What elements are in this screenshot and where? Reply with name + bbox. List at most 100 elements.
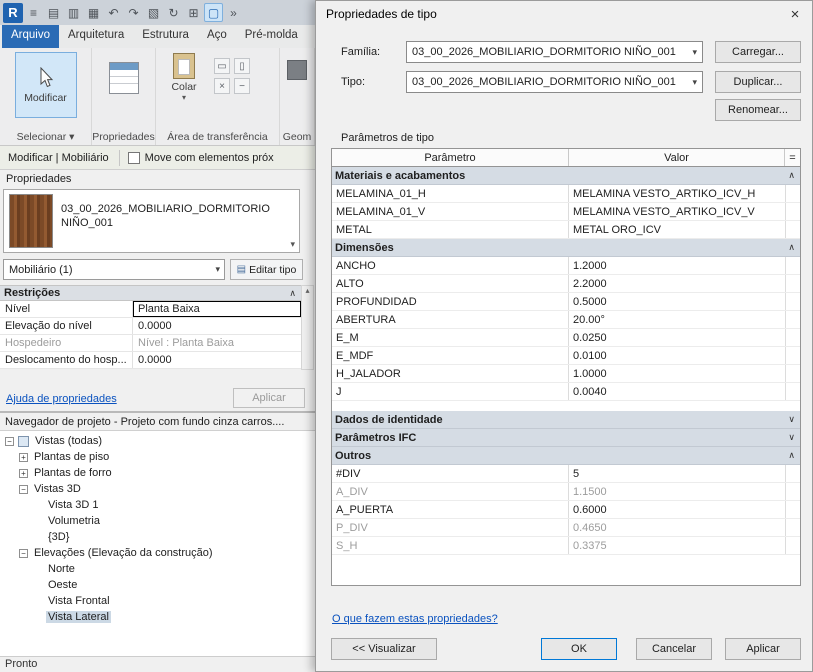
tree-item[interactable]: − Vistas (todas) bbox=[0, 433, 315, 449]
preview-button[interactable]: << Visualizar bbox=[331, 638, 437, 660]
tree-item[interactable]: Vista Frontal bbox=[0, 593, 315, 609]
tree-item[interactable]: Oeste bbox=[0, 577, 315, 593]
ribbon-tab[interactable]: Pré-molda bbox=[236, 25, 307, 48]
delete-icon[interactable]: × bbox=[214, 78, 230, 94]
cancel-button[interactable]: Cancelar bbox=[636, 638, 712, 660]
type-selector-combo[interactable]: Mobiliário (1) ▾ bbox=[3, 259, 225, 280]
column-valor[interactable]: Valor bbox=[569, 149, 785, 166]
parameter-value[interactable]: 0.5000 bbox=[569, 293, 786, 310]
parameter-row[interactable]: A_PUERTA 0.6000 bbox=[332, 501, 800, 519]
tree-expander-icon[interactable]: + bbox=[19, 468, 28, 478]
parameter-value[interactable]: 1.2000 bbox=[569, 257, 786, 274]
property-value[interactable]: Planta Baixa bbox=[133, 301, 301, 317]
modify-button[interactable]: Modificar bbox=[14, 52, 77, 118]
ribbon-tab[interactable]: Arquitetura bbox=[59, 25, 133, 48]
overflow-chevron-icon[interactable]: » bbox=[224, 3, 243, 22]
parameter-row[interactable]: J 0.0040 bbox=[332, 383, 800, 401]
move-with-nearby-checkbox[interactable] bbox=[127, 151, 140, 164]
parameter-value[interactable]: MELAMINA VESTO_ARTIKO_ICV_V bbox=[569, 203, 786, 220]
new-icon[interactable]: ▤ bbox=[44, 3, 63, 22]
undo-icon[interactable]: ↶ bbox=[104, 3, 123, 22]
parameter-row[interactable]: PROFUNDIDAD 0.5000 bbox=[332, 293, 800, 311]
app-logo[interactable]: R bbox=[3, 2, 23, 23]
type-preview[interactable]: 03_00_2026_MOBILIARIO_DORMITORIO NIÑO_00… bbox=[3, 189, 300, 253]
parameter-row[interactable]: MELAMINA_01_H MELAMINA VESTO_ARTIKO_ICV_H bbox=[332, 185, 800, 203]
palette-scrollbar[interactable]: ▴ bbox=[301, 285, 314, 370]
section-restricoes[interactable]: Restrições ∧ bbox=[0, 285, 301, 301]
parameter-group-header[interactable]: Materiais e acabamentos ∧ bbox=[332, 167, 800, 185]
cut-icon[interactable]: ▭ bbox=[214, 58, 230, 74]
parameter-group-header[interactable]: Dimensões ∧ bbox=[332, 239, 800, 257]
panel-label-clipboard[interactable]: Área de transferência bbox=[156, 131, 279, 143]
redo-icon[interactable]: ↷ bbox=[124, 3, 143, 22]
panel-label-properties[interactable]: Propriedades bbox=[92, 131, 155, 143]
parameter-row[interactable]: E_MDF 0.0100 bbox=[332, 347, 800, 365]
family-combo[interactable]: 03_00_2026_MOBILIARIO_DORMITORIO NIÑO_00… bbox=[406, 41, 703, 63]
parameter-value[interactable]: 2.2000 bbox=[569, 275, 786, 292]
apply-button[interactable]: Aplicar bbox=[725, 638, 801, 660]
parameter-row[interactable]: E_M 0.0250 bbox=[332, 329, 800, 347]
tree-item[interactable]: + Plantas de forro bbox=[0, 465, 315, 481]
parameter-value[interactable]: 0.0040 bbox=[569, 383, 786, 400]
tree-item[interactable]: Norte bbox=[0, 561, 315, 577]
tree-item[interactable]: Vista 3D 1 bbox=[0, 497, 315, 513]
parameter-row[interactable]: #DIV 5 bbox=[332, 465, 800, 483]
tree-item[interactable]: − Vistas 3D bbox=[0, 481, 315, 497]
rename-button[interactable]: Renomear... bbox=[715, 99, 801, 121]
parameter-group-header[interactable]: Outros ∧ bbox=[332, 447, 800, 465]
tree-expander-icon[interactable]: + bbox=[19, 452, 28, 462]
parameter-value[interactable]: METAL ORO_ICV bbox=[569, 221, 786, 238]
edit-type-button[interactable]: ▤ Editar tipo bbox=[230, 259, 303, 280]
ribbon-tab[interactable]: Estrutura bbox=[133, 25, 198, 48]
panel-label-select[interactable]: Selecionar ▾ bbox=[0, 131, 91, 143]
type-properties-help-link[interactable]: O que fazem estas propriedades? bbox=[332, 613, 498, 625]
tree-item[interactable]: {3D} bbox=[0, 529, 315, 545]
geometry-icon[interactable] bbox=[287, 60, 307, 80]
parameter-row[interactable]: ABERTURA 20.00° bbox=[332, 311, 800, 329]
save-icon[interactable]: ▦ bbox=[84, 3, 103, 22]
property-value[interactable]: 0.0000 bbox=[133, 352, 301, 368]
parameter-row[interactable]: A_DIV 1.1500 bbox=[332, 483, 800, 501]
property-row[interactable]: Nível Planta Baixa bbox=[0, 301, 301, 318]
parameter-value[interactable]: 0.4650 bbox=[569, 519, 786, 536]
match-icon[interactable]: − bbox=[234, 78, 250, 94]
open-icon[interactable]: ▥ bbox=[64, 3, 83, 22]
parameter-value[interactable]: 0.6000 bbox=[569, 501, 786, 518]
property-row[interactable]: Deslocamento do hosp... 0.0000 bbox=[0, 352, 301, 369]
palette-apply-button[interactable]: Aplicar bbox=[233, 388, 305, 408]
tree-item[interactable]: + Plantas de piso bbox=[0, 449, 315, 465]
parameter-group-header[interactable]: Parâmetros IFC ∨ bbox=[332, 429, 800, 447]
parameter-row[interactable]: P_DIV 0.4650 bbox=[332, 519, 800, 537]
type-combo[interactable]: 03_00_2026_MOBILIARIO_DORMITORIO NIÑO_00… bbox=[406, 71, 703, 93]
tree-expander-icon[interactable]: − bbox=[5, 436, 14, 446]
property-value[interactable]: Nível : Planta Baixa bbox=[133, 335, 301, 351]
parameter-row[interactable]: H_JALADOR 1.0000 bbox=[332, 365, 800, 383]
properties-palette-icon[interactable] bbox=[108, 62, 139, 94]
property-value[interactable]: 0.0000 bbox=[133, 318, 301, 334]
parameter-value[interactable]: 0.0100 bbox=[569, 347, 786, 364]
parameter-value[interactable]: 1.1500 bbox=[569, 483, 786, 500]
column-parametro[interactable]: Parâmetro bbox=[332, 149, 569, 166]
tree-item[interactable]: Vista Lateral bbox=[0, 609, 315, 625]
print-icon[interactable]: ▧ bbox=[144, 3, 163, 22]
tree-expander-icon[interactable]: − bbox=[19, 548, 28, 558]
tree-item[interactable]: Volumetria bbox=[0, 513, 315, 529]
duplicate-button[interactable]: Duplicar... bbox=[715, 71, 801, 93]
parameter-row[interactable]: S_H 0.3375 bbox=[332, 537, 800, 555]
sync-icon[interactable]: ↻ bbox=[164, 3, 183, 22]
tree-expander-icon[interactable]: − bbox=[19, 484, 28, 494]
copy-icon[interactable]: ▯ bbox=[234, 58, 250, 74]
ribbon-tab[interactable]: Aço bbox=[198, 25, 236, 48]
paste-button[interactable]: Colar ▾ bbox=[162, 53, 206, 102]
parameter-value[interactable]: 0.3375 bbox=[569, 537, 786, 554]
close-icon[interactable]: × bbox=[779, 2, 811, 26]
tree-item[interactable]: − Elevações (Elevação da construção) bbox=[0, 545, 315, 561]
properties-help-link[interactable]: Ajuda de propriedades bbox=[6, 393, 117, 405]
parameter-row[interactable]: ALTO 2.2000 bbox=[332, 275, 800, 293]
property-row[interactable]: Hospedeiro Nível : Planta Baixa bbox=[0, 335, 301, 352]
parameter-row[interactable]: ANCHO 1.2000 bbox=[332, 257, 800, 275]
ok-button[interactable]: OK bbox=[541, 638, 617, 660]
parameter-group-header[interactable]: Dados de identidade ∨ bbox=[332, 411, 800, 429]
parameter-value[interactable]: 20.00° bbox=[569, 311, 786, 328]
parameter-value[interactable]: 1.0000 bbox=[569, 365, 786, 382]
